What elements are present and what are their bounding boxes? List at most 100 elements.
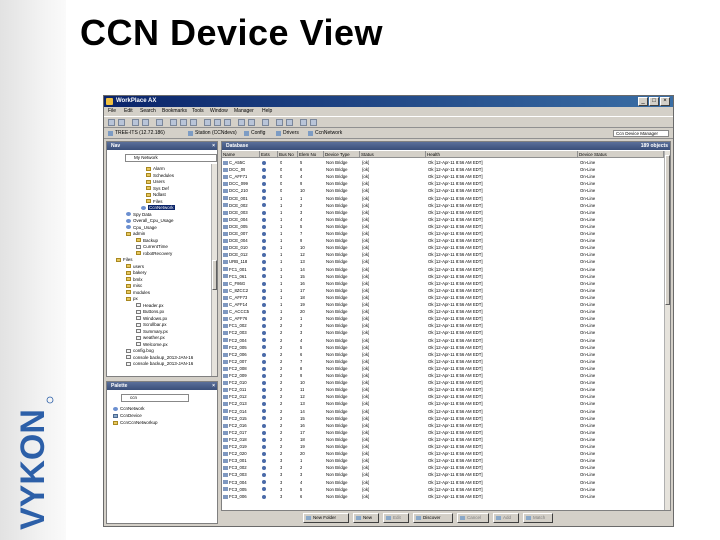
nav-scrollbar[interactable] bbox=[211, 164, 217, 376]
nav-tree-item[interactable]: Backup bbox=[136, 238, 158, 244]
help-icon[interactable] bbox=[310, 119, 317, 126]
menu-edit[interactable]: Edit bbox=[124, 108, 133, 114]
palette-item[interactable]: CcnCcnNetworkup bbox=[113, 420, 158, 426]
nav-tree-item[interactable]: Ndlast bbox=[146, 192, 166, 198]
nav-tree-item[interactable]: bmlx bbox=[126, 277, 143, 283]
nav-tree-item[interactable]: robotRecovery bbox=[136, 251, 172, 257]
add-button[interactable]: Add bbox=[493, 513, 519, 523]
col-status[interactable]: Status bbox=[360, 151, 426, 158]
nav-tree-item[interactable]: px bbox=[126, 296, 138, 302]
delete-icon[interactable] bbox=[262, 119, 269, 126]
nav-tree-item[interactable]: Sys Def bbox=[146, 186, 169, 192]
col-health[interactable]: Health bbox=[426, 151, 578, 158]
nav-tree-item[interactable]: Spy Data bbox=[126, 212, 152, 218]
palette-item[interactable]: CcnNetwork bbox=[113, 406, 145, 412]
nav-tree-item[interactable]: Scrollbar.px bbox=[136, 322, 167, 328]
back-icon[interactable] bbox=[108, 119, 115, 126]
nav-tree-item[interactable]: Windows.px bbox=[136, 316, 167, 322]
nav-tree-item[interactable]: CurrentTime bbox=[136, 244, 168, 250]
nav-tree-item[interactable]: modules bbox=[126, 290, 150, 296]
edit-button[interactable]: Edit bbox=[383, 513, 409, 523]
nav-tree-item[interactable]: console backup_2013-JAN-16 bbox=[126, 355, 193, 361]
file-icon bbox=[126, 355, 131, 360]
menu-window[interactable]: Window bbox=[210, 108, 228, 114]
nav-tree-item[interactable]: Users bbox=[146, 179, 165, 185]
match-button[interactable]: Match bbox=[523, 513, 553, 523]
crumb-config[interactable]: Config bbox=[244, 130, 265, 137]
nav-tree-item[interactable]: console backup_2013-JAN-16 bbox=[126, 361, 193, 367]
nav-tree-item[interactable]: admin bbox=[126, 231, 145, 237]
col-device-status[interactable]: Device Status bbox=[578, 151, 664, 158]
nav-tree-item[interactable]: bakery bbox=[126, 270, 147, 276]
cancel-button[interactable]: Cancel bbox=[457, 513, 489, 523]
undo-icon[interactable] bbox=[238, 119, 245, 126]
nav-network-select[interactable]: My Network bbox=[125, 154, 217, 162]
minimize-button[interactable]: _ bbox=[638, 97, 648, 106]
maximize-button[interactable]: □ bbox=[649, 97, 659, 106]
cut-icon[interactable] bbox=[204, 119, 211, 126]
col-bus-no[interactable]: Bus No bbox=[278, 151, 298, 158]
col-exts[interactable]: Exts bbox=[260, 151, 278, 158]
menu-file[interactable]: File bbox=[108, 108, 116, 114]
database-scroll-thumb[interactable] bbox=[665, 155, 670, 305]
zoom-icon[interactable] bbox=[286, 119, 293, 126]
menu-tools[interactable]: Tools bbox=[192, 108, 204, 114]
nav-tree-item[interactable]: Header.px bbox=[136, 303, 164, 309]
menu-help[interactable]: Help bbox=[262, 108, 272, 114]
cell-exts bbox=[262, 308, 266, 315]
crumb-drivers[interactable]: Drivers bbox=[276, 130, 299, 137]
nav-tree-item[interactable]: weather.px bbox=[136, 335, 165, 341]
col-elem-no[interactable]: Elem No bbox=[298, 151, 324, 158]
nav-tree-item[interactable]: config.bog bbox=[126, 348, 154, 354]
new-folder-button[interactable]: New Folder bbox=[303, 513, 349, 523]
nav-scroll-thumb[interactable] bbox=[212, 260, 217, 290]
nav-tree-item[interactable]: Files bbox=[146, 199, 163, 205]
nav-tree-item[interactable]: Buttons.px bbox=[136, 309, 164, 315]
new-tab-icon[interactable] bbox=[170, 119, 177, 126]
nav-tree-item[interactable]: Welcome.px bbox=[136, 342, 168, 348]
nav-tree-item[interactable]: Alarm bbox=[146, 166, 165, 172]
device-icon bbox=[223, 217, 228, 222]
save-icon[interactable] bbox=[190, 119, 197, 126]
paste-icon[interactable] bbox=[224, 119, 231, 126]
open-icon[interactable] bbox=[180, 119, 187, 126]
menu-search[interactable]: Search bbox=[140, 108, 156, 114]
nav-tree-item[interactable]: Cpu_Usage bbox=[126, 225, 157, 231]
cell-health: Ok [12-Apr-11 8:56 AM EDT] bbox=[428, 167, 483, 173]
crumb-ccnnetwork[interactable]: CcnNetwork bbox=[308, 130, 342, 137]
copy-icon[interactable] bbox=[214, 119, 221, 126]
cell-exts bbox=[262, 273, 266, 280]
nav-tree-item[interactable]: Files bbox=[116, 257, 133, 263]
redo-icon[interactable] bbox=[248, 119, 255, 126]
database-scrollbar[interactable] bbox=[664, 151, 670, 510]
crumb-host[interactable]: TREE-ITS (12.72.186) bbox=[108, 130, 165, 137]
new-button[interactable]: New bbox=[353, 513, 379, 523]
nav-tree-item[interactable]: Summary.px bbox=[136, 329, 168, 335]
up-icon[interactable] bbox=[132, 119, 139, 126]
palette-close-icon[interactable]: × bbox=[212, 383, 215, 389]
close-button[interactable]: × bbox=[660, 97, 670, 106]
view-selector[interactable]: Ccn Device Manager bbox=[613, 130, 669, 137]
nav-tree-item[interactable]: users bbox=[126, 264, 144, 270]
nav-tree-item[interactable]: Schedules bbox=[146, 173, 174, 179]
menu-bookmarks[interactable]: Bookmarks bbox=[162, 108, 187, 114]
nav-tree-item[interactable]: CcnNetwork bbox=[141, 205, 175, 211]
device-icon bbox=[223, 352, 228, 357]
nav-tree-item[interactable]: Overall_Cpu_Usage bbox=[126, 218, 174, 224]
nav-tree-label: Users bbox=[153, 179, 165, 184]
palette-item[interactable]: CcnDevice bbox=[113, 413, 142, 419]
crumb-station[interactable]: Station (CCNdevs) bbox=[188, 130, 237, 137]
discover-button[interactable]: Discover bbox=[413, 513, 453, 523]
find-icon[interactable] bbox=[276, 119, 283, 126]
home-icon[interactable] bbox=[142, 119, 149, 126]
property-icon[interactable] bbox=[300, 119, 307, 126]
refresh-icon[interactable] bbox=[156, 119, 163, 126]
nav-tree-item[interactable]: misc bbox=[126, 283, 142, 289]
palette-select[interactable]: ccn bbox=[121, 394, 189, 402]
col-device-type[interactable]: Device Type bbox=[324, 151, 360, 158]
forward-icon[interactable] bbox=[118, 119, 125, 126]
nav-close-icon[interactable]: × bbox=[212, 143, 215, 149]
cell-type: Non Bridge bbox=[326, 351, 348, 357]
col-name[interactable]: Name bbox=[222, 151, 260, 158]
menu-manager[interactable]: Manager bbox=[234, 108, 254, 114]
